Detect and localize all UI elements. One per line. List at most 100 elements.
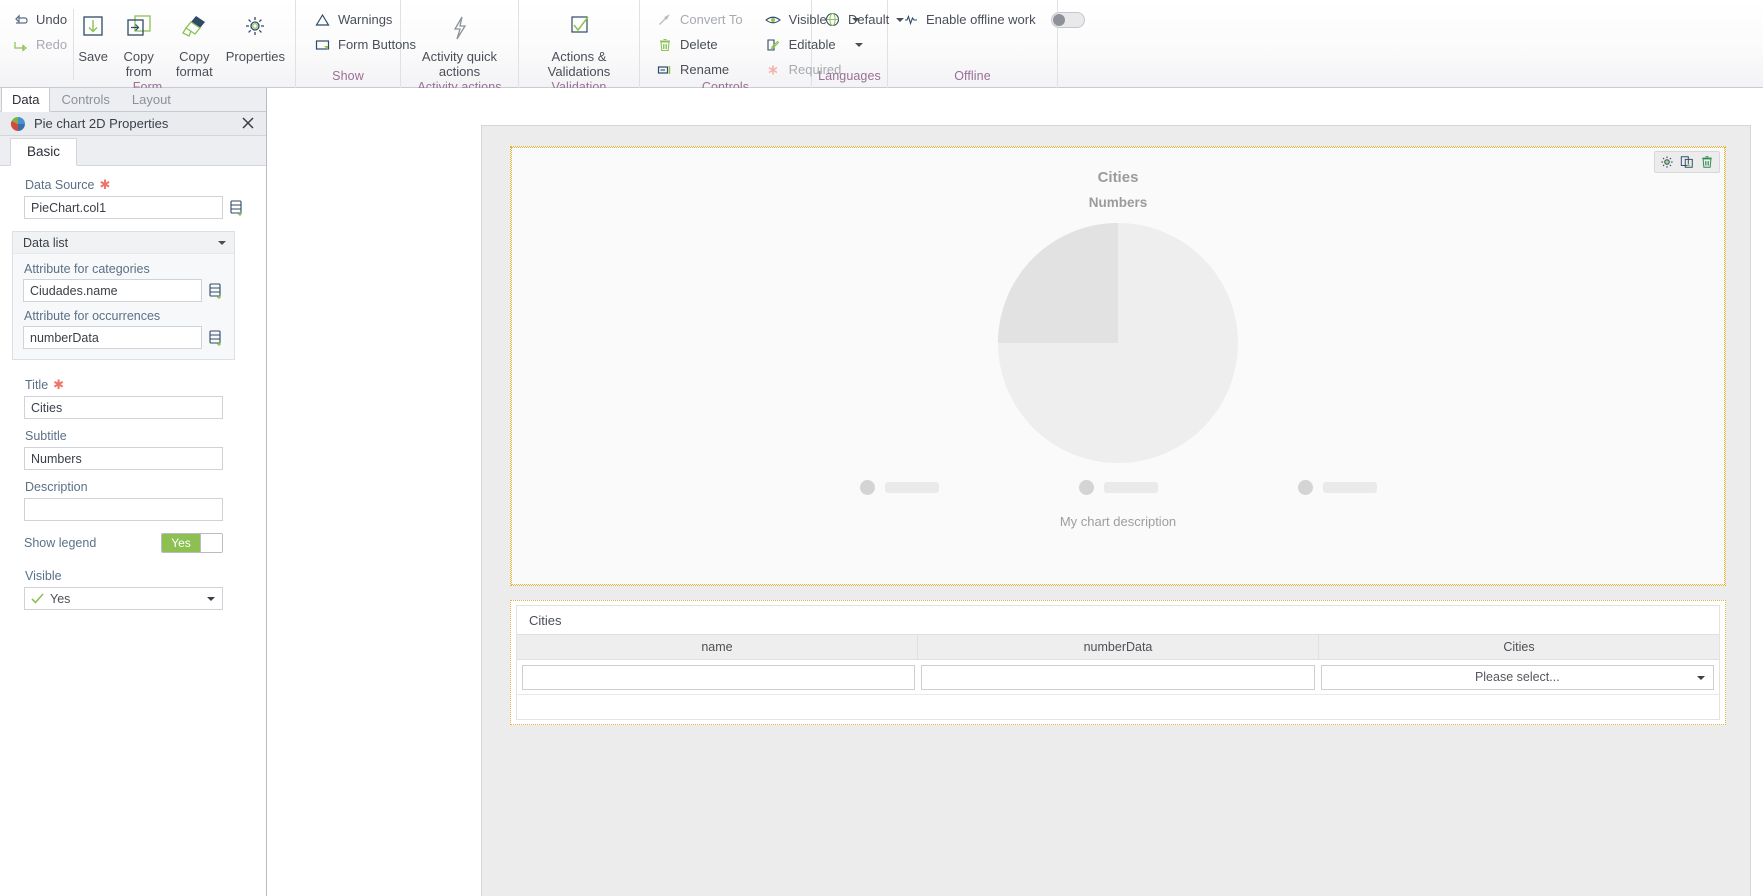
activity-quick-actions-button[interactable]: Activity quick actions: [409, 5, 510, 80]
legend-swatch-icon: [859, 480, 875, 495]
data-grid-widget[interactable]: Cities name numberData Cities Please sel…: [510, 600, 1726, 725]
ribbon-group-controls: Convert To Delete Rename Visible Editabl…: [640, 0, 863, 94]
globe-icon: [824, 11, 841, 28]
rename-label: Rename: [680, 62, 730, 77]
show-legend-toggle[interactable]: Yes: [161, 533, 223, 553]
title-row: [24, 396, 248, 419]
database-picker-icon[interactable]: [229, 199, 245, 217]
tab-layout[interactable]: Layout: [121, 87, 182, 111]
copy-from-button[interactable]: Copy from: [113, 5, 165, 80]
ribbon-group-label-show: Show: [332, 69, 364, 83]
trash-icon: [656, 36, 673, 53]
pie-chart-icon: [10, 116, 26, 132]
data-source-input[interactable]: [24, 196, 223, 219]
description-input[interactable]: [24, 498, 223, 521]
tab-controls-label: Controls: [61, 92, 110, 107]
gear-icon[interactable]: [1659, 154, 1675, 170]
attribute-occurrences-input[interactable]: [23, 326, 202, 349]
close-icon[interactable]: [240, 115, 258, 133]
grid-header-numberdata: numberData: [918, 635, 1319, 659]
show-legend-knob: [200, 534, 222, 552]
save-label: Save: [78, 49, 108, 64]
grid-cities-select[interactable]: Please select...: [1320, 664, 1714, 690]
panel-tabstrip: Data Controls Layout: [0, 87, 266, 112]
save-button[interactable]: Save: [74, 5, 113, 65]
legend-swatch-icon: [1078, 480, 1094, 495]
legend-item: [1297, 480, 1377, 495]
ribbon-group-label-languages: Languages: [818, 69, 881, 83]
database-picker-icon[interactable]: [208, 282, 224, 300]
check-icon: [31, 593, 44, 604]
grid-header-row: name numberData Cities: [517, 634, 1719, 660]
save-icon: [78, 8, 108, 48]
data-list-group-label: Data list: [23, 235, 69, 250]
rename-button[interactable]: Rename: [652, 59, 749, 80]
data-source-row: [24, 196, 248, 219]
grid-cell-name: [519, 664, 918, 690]
convert-to-button[interactable]: Convert To: [652, 9, 749, 30]
widget-toolbar: [1654, 151, 1720, 173]
actions-validations-label: Actions & Validations: [547, 49, 611, 79]
tab-data-label: Data: [12, 92, 40, 107]
eye-icon: [765, 11, 782, 28]
description-label: Description: [25, 480, 88, 494]
data-list-group: Data list Attribute for categories Attri…: [12, 231, 235, 360]
ribbon-group-show: Warnings Form Buttons Show: [296, 0, 416, 88]
tab-data[interactable]: Data: [1, 87, 51, 112]
database-picker-icon[interactable]: [208, 329, 224, 347]
subtab-basic[interactable]: Basic: [10, 138, 78, 166]
required-asterisk-icon: ✱: [53, 377, 65, 392]
tab-controls[interactable]: Controls: [50, 87, 120, 111]
grid-name-input[interactable]: [522, 664, 916, 690]
copy-format-icon: [178, 8, 210, 48]
copy-from-label: Copy from: [123, 49, 154, 79]
redo-button[interactable]: Redo: [8, 34, 73, 55]
grid-numberdata-input[interactable]: [921, 664, 1315, 690]
subtitle-input[interactable]: [24, 447, 223, 470]
ribbon-group-label-offline: Offline: [954, 69, 991, 83]
duplicate-icon[interactable]: [1679, 154, 1695, 170]
delete-control-button[interactable]: Delete: [652, 34, 749, 55]
enable-offline-work-label: Enable offline work: [926, 12, 1036, 27]
ribbon-group-offline: Enable offline work Offline: [888, 0, 1085, 88]
visible-field-label: Visible: [25, 569, 62, 583]
properties-form: Data Source ✱ Data list Attribute for ca…: [0, 166, 266, 610]
chevron-down-icon[interactable]: [218, 240, 226, 245]
data-list-group-header[interactable]: Data list: [13, 232, 234, 254]
attribute-categories-row: [23, 279, 224, 302]
legend-label-placeholder: [884, 482, 939, 493]
actions-validations-button[interactable]: Actions & Validations: [527, 5, 631, 80]
chevron-down-icon[interactable]: [207, 597, 215, 601]
lightning-bolt-icon: [446, 8, 474, 48]
undo-button[interactable]: Undo: [8, 9, 73, 30]
trash-icon[interactable]: [1699, 154, 1715, 170]
ribbon-group-languages: Default Languages: [812, 0, 905, 88]
redo-icon: [12, 36, 29, 53]
attribute-categories-label: Attribute for categories: [24, 262, 150, 276]
ribbon-group-activity-actions: Activity quick actions Activity actions: [401, 0, 519, 94]
chevron-down-icon[interactable]: [1696, 675, 1705, 680]
redo-label: Redo: [36, 37, 68, 52]
pie-chart-widget[interactable]: Cities Numbers My chart description: [510, 146, 1726, 586]
properties-button[interactable]: Properties: [224, 5, 287, 65]
panel-header-title: Pie chart 2D Properties: [34, 116, 169, 131]
title-label-row: Title ✱: [25, 378, 248, 392]
subtitle-label: Subtitle: [25, 429, 67, 443]
description-row: [24, 498, 248, 521]
copy-format-label: Copy format: [175, 49, 213, 79]
copy-format-button[interactable]: Copy format: [165, 5, 224, 80]
visible-select[interactable]: Yes: [24, 587, 223, 610]
attribute-occurrences-row: [23, 326, 224, 349]
chart-description: My chart description: [1059, 514, 1177, 529]
title-input[interactable]: [24, 396, 223, 419]
delete-control-label: Delete: [680, 37, 718, 52]
data-list-group-body: Attribute for categories Attribute for o…: [13, 254, 234, 359]
attribute-occurrences-label: Attribute for occurrences: [24, 309, 161, 323]
data-source-label: Data Source: [25, 178, 95, 192]
activity-quick-actions-label: Activity quick actions: [421, 49, 498, 79]
legend-item: [1078, 480, 1158, 495]
grid-header-name: name: [517, 635, 918, 659]
tab-layout-label: Layout: [131, 92, 171, 107]
form-canvas: Cities Numbers My chart description Citi…: [267, 88, 1763, 896]
attribute-categories-input[interactable]: [23, 279, 202, 302]
